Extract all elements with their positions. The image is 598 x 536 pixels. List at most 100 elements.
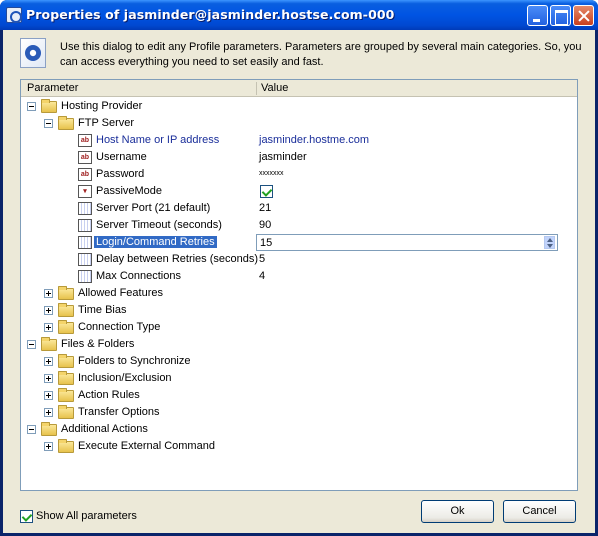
folder-icon — [58, 371, 74, 385]
tree-label: Allowed Features — [78, 287, 163, 299]
text-property-icon: ab — [78, 168, 92, 181]
show-all-checkbox[interactable] — [20, 510, 33, 523]
dialog-client: Use this dialog to edit any Profile para… — [3, 30, 595, 533]
login-retries-spin-input[interactable]: 15 — [256, 234, 558, 251]
property-label: Username — [96, 151, 147, 163]
property-label: Host Name or IP address — [96, 134, 220, 146]
tree-category-files-folders[interactable]: Files & Folders — [21, 336, 577, 353]
property-label: PassiveMode — [96, 185, 163, 197]
property-value[interactable]: 21 — [259, 202, 271, 214]
expand-icon[interactable] — [44, 357, 53, 366]
close-button[interactable] — [573, 5, 594, 26]
tree-group-execute-external-command[interactable]: Execute External Command — [21, 438, 577, 455]
property-value[interactable]: 5 — [259, 253, 265, 265]
property-row-host-name[interactable]: ab Host Name or IP address jasminder.hos… — [21, 132, 577, 149]
expand-icon[interactable] — [44, 391, 53, 400]
folder-icon — [58, 286, 74, 300]
app-icon — [6, 7, 22, 23]
folder-open-icon — [58, 116, 74, 130]
tree-label: Folders to Synchronize — [78, 355, 191, 367]
numeric-property-icon — [78, 253, 92, 266]
tree-group-transfer-options[interactable]: Transfer Options — [21, 404, 577, 421]
property-value[interactable]: 4 — [259, 270, 265, 282]
collapse-icon[interactable] — [27, 425, 36, 434]
tree-group-time-bias[interactable]: Time Bias — [21, 302, 577, 319]
show-all-label[interactable]: Show All parameters — [36, 510, 137, 522]
tree-category-additional-actions[interactable]: Additional Actions — [21, 421, 577, 438]
collapse-icon[interactable] — [44, 119, 53, 128]
text-property-icon: ab — [78, 134, 92, 147]
tree-label: Action Rules — [78, 389, 140, 401]
collapse-icon[interactable] — [27, 102, 36, 111]
property-row-max-connections[interactable]: Max Connections 4 — [21, 268, 577, 285]
tree-label: Hosting Provider — [61, 100, 143, 112]
property-row-retry-delay[interactable]: Delay between Retries (seconds) 5 — [21, 251, 577, 268]
expand-icon[interactable] — [44, 442, 53, 451]
spin-up-down-icon[interactable] — [544, 236, 555, 249]
column-header-value[interactable]: Value — [261, 82, 288, 94]
spin-input-value[interactable]: 15 — [260, 237, 272, 249]
window-title: Properties of jasminder@jasminder.hostse… — [26, 7, 395, 22]
maximize-button[interactable] — [550, 5, 571, 26]
tree-label: FTP Server — [78, 117, 135, 129]
expand-icon[interactable] — [44, 408, 53, 417]
property-row-password[interactable]: ab Password xxxxxxx — [21, 166, 577, 183]
tree-label: Files & Folders — [61, 338, 135, 350]
numeric-property-icon — [78, 236, 92, 249]
cancel-button[interactable]: Cancel — [503, 500, 576, 523]
tree-group-action-rules[interactable]: Action Rules — [21, 387, 577, 404]
expand-icon[interactable] — [44, 306, 53, 315]
collapse-icon[interactable] — [27, 340, 36, 349]
tree-category-hosting-provider[interactable]: Hosting Provider — [21, 98, 577, 115]
property-label: Server Timeout (seconds) — [96, 219, 222, 231]
tree-label: Additional Actions — [61, 423, 148, 435]
expand-icon[interactable] — [44, 374, 53, 383]
tree-group-inclusion-exclusion[interactable]: Inclusion/Exclusion — [21, 370, 577, 387]
tree-label: Connection Type — [78, 321, 161, 333]
property-label: Password — [96, 168, 145, 180]
grid-header: Parameter Value — [21, 80, 577, 97]
property-row-username[interactable]: ab Username jasminder — [21, 149, 577, 166]
folder-open-icon — [41, 337, 57, 351]
property-label: Max Connections — [96, 270, 181, 282]
property-label: Server Port (21 default) — [96, 202, 211, 214]
passive-mode-checkbox[interactable] — [260, 185, 273, 198]
expand-icon[interactable] — [44, 289, 53, 298]
expand-icon[interactable] — [44, 323, 53, 332]
numeric-property-icon — [78, 219, 92, 232]
tree-label: Transfer Options — [78, 406, 160, 418]
folder-icon — [58, 303, 74, 317]
property-row-passive-mode[interactable]: ▾ PassiveMode — [21, 183, 577, 200]
folder-icon — [58, 388, 74, 402]
tree-group-allowed-features[interactable]: Allowed Features — [21, 285, 577, 302]
property-label-selected: Login/Command Retries — [94, 236, 217, 248]
property-value[interactable]: 90 — [259, 219, 271, 231]
boolean-property-icon: ▾ — [78, 185, 92, 198]
property-row-login-retries[interactable]: Login/Command Retries 15 — [21, 234, 577, 251]
tree-label: Time Bias — [78, 304, 127, 316]
ok-button[interactable]: Ok — [421, 500, 494, 523]
folder-icon — [58, 354, 74, 368]
property-value-masked[interactable]: xxxxxxx — [259, 170, 284, 177]
minimize-button[interactable] — [527, 5, 548, 26]
properties-dialog: Properties of jasminder@jasminder.hostse… — [0, 0, 598, 536]
folder-open-icon — [41, 99, 57, 113]
property-row-server-timeout[interactable]: Server Timeout (seconds) 90 — [21, 217, 577, 234]
title-bar[interactable]: Properties of jasminder@jasminder.hostse… — [0, 0, 598, 30]
tree-group-folders-to-synchronize[interactable]: Folders to Synchronize — [21, 353, 577, 370]
tree-label: Inclusion/Exclusion — [78, 372, 172, 384]
tree-group-ftp-server[interactable]: FTP Server — [21, 115, 577, 132]
property-row-server-port[interactable]: Server Port (21 default) 21 — [21, 200, 577, 217]
tree-group-connection-type[interactable]: Connection Type — [21, 319, 577, 336]
profile-sync-icon — [20, 38, 46, 68]
dialog-description: Use this dialog to edit any Profile para… — [60, 41, 582, 68]
tree-label: Execute External Command — [78, 440, 215, 452]
numeric-property-icon — [78, 270, 92, 283]
folder-icon — [58, 320, 74, 334]
property-value[interactable]: jasminder — [259, 151, 307, 163]
property-value[interactable]: jasminder.hostme.com — [259, 134, 369, 146]
text-property-icon: ab — [78, 151, 92, 164]
property-grid: Parameter Value Hosting Provider FTP Ser… — [20, 79, 578, 491]
column-header-parameter[interactable]: Parameter — [27, 82, 78, 94]
column-divider[interactable] — [256, 82, 257, 95]
